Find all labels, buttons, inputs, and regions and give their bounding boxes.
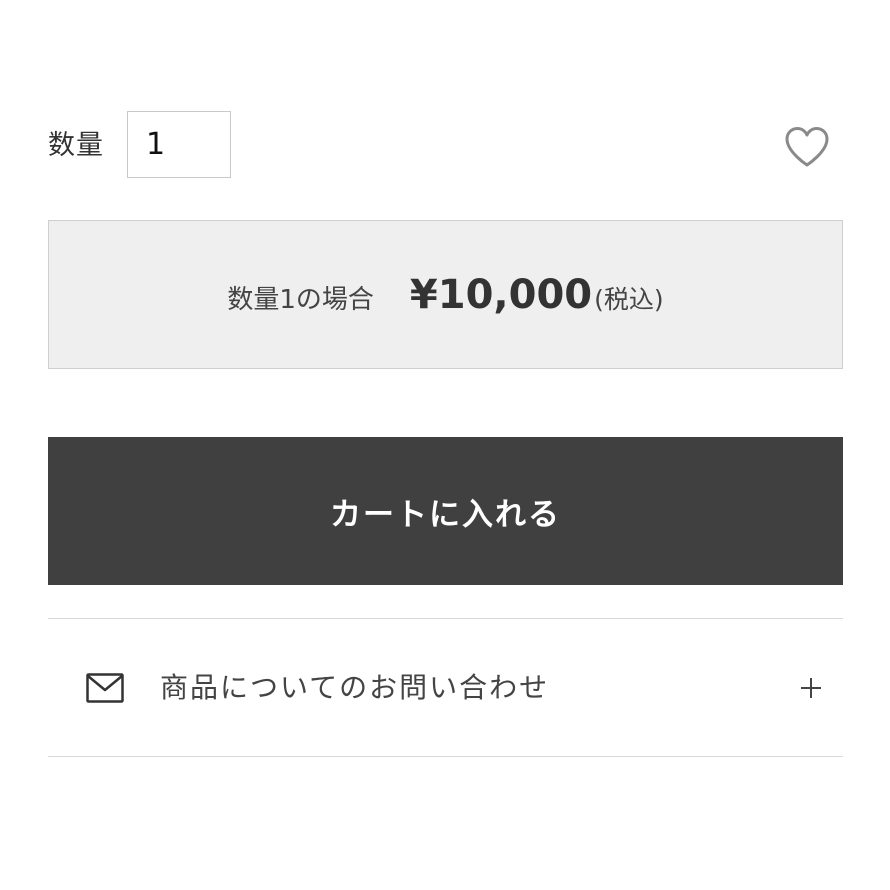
price-condition: 数量1の場合 xyxy=(227,285,374,315)
mail-icon xyxy=(86,673,124,703)
product-inquiry-row[interactable]: 商品についてのお問い合わせ xyxy=(48,619,843,756)
quantity-row: 数量 xyxy=(48,111,843,179)
favorite-button[interactable] xyxy=(783,125,831,169)
price-tax-note: (税込) xyxy=(594,284,664,314)
inquiry-label: 商品についてのお問い合わせ xyxy=(160,671,550,704)
price-amount: ¥10,000 xyxy=(409,271,593,318)
quantity-label: 数量 xyxy=(48,130,104,161)
add-to-cart-button[interactable]: カートに入れる xyxy=(48,437,843,585)
heart-outline-icon[interactable] xyxy=(783,125,831,169)
price-box: 数量1の場合 ¥10,000 (税込) xyxy=(48,220,843,369)
quantity-input[interactable] xyxy=(127,111,231,178)
plus-icon[interactable] xyxy=(800,677,822,699)
divider xyxy=(48,756,843,757)
